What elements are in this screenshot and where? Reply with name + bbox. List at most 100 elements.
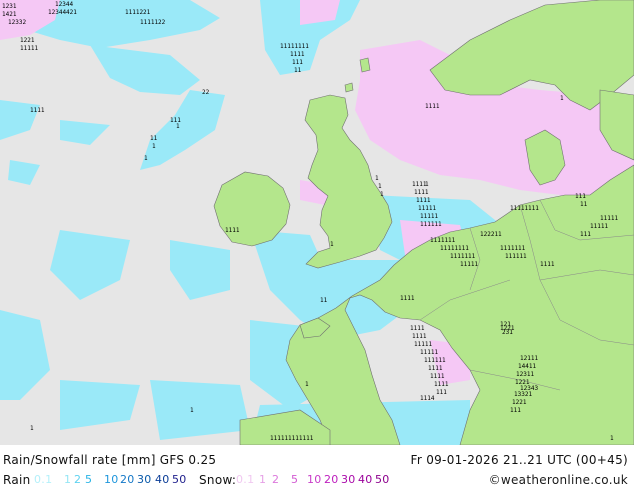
svg-text:111111: 111111 <box>424 357 446 364</box>
snow-level: 50 <box>375 473 390 486</box>
svg-text:111: 111 <box>580 231 591 238</box>
precip-marker: 1111 <box>400 295 415 302</box>
svg-text:111111: 111111 <box>420 221 442 228</box>
svg-text:11111: 11111 <box>418 205 436 212</box>
svg-text:1: 1 <box>610 435 614 442</box>
svg-text:1111: 1111 <box>412 333 427 340</box>
svg-text:1: 1 <box>176 123 180 130</box>
svg-text:11: 11 <box>294 67 302 74</box>
svg-text:111: 111 <box>575 193 586 200</box>
svg-text:1: 1 <box>560 95 564 102</box>
rain-level: 2 <box>74 473 82 486</box>
rain-level: 50 <box>172 473 187 486</box>
svg-text:12311: 12311 <box>516 371 534 378</box>
rain-level: 30 <box>137 473 152 486</box>
svg-text:12111: 12111 <box>520 355 538 362</box>
svg-text:1: 1 <box>144 155 148 162</box>
precip-marker: 11 <box>320 297 328 304</box>
rain-level: 1 <box>64 473 72 486</box>
svg-text:1: 1 <box>380 191 384 198</box>
precip-marker: 1 <box>190 407 194 414</box>
svg-text:11: 11 <box>580 201 588 208</box>
svg-text:14411: 14411 <box>518 363 536 370</box>
svg-text:11111: 11111 <box>460 261 478 268</box>
precip-marker: 12332 <box>8 19 26 26</box>
precip-marker: 1111122 <box>140 19 166 26</box>
svg-text:121: 121 <box>500 321 511 328</box>
svg-text:1111: 1111 <box>414 189 429 196</box>
legend-footer: Rain/Snowfall rate [mm] GFS 0.25 Fr 09-0… <box>0 445 634 490</box>
snow-level: 0.1 <box>236 473 255 486</box>
svg-text:13321: 13321 <box>514 391 532 398</box>
svg-text:1111: 1111 <box>430 373 445 380</box>
precip-marker: 22 <box>202 89 210 96</box>
svg-text:1111111: 1111111 <box>430 237 456 244</box>
precip-marker: 111111111111 <box>270 435 314 442</box>
precip-marker: 1111 <box>425 103 440 110</box>
precip-marker: 1 <box>30 425 34 432</box>
svg-text:11111111: 11111111 <box>440 245 469 252</box>
svg-text:11111: 11111 <box>590 223 608 230</box>
rain-level: 40 <box>155 473 170 486</box>
svg-text:1111: 1111 <box>290 51 305 58</box>
svg-text:1111: 1111 <box>416 197 431 204</box>
svg-text:11: 11 <box>150 135 158 142</box>
precip-marker: 11111111 <box>280 43 309 50</box>
snow-level: 30 <box>341 473 356 486</box>
svg-text:1: 1 <box>378 183 382 190</box>
svg-text:1: 1 <box>425 181 429 188</box>
snow-level: 40 <box>358 473 373 486</box>
credit-link[interactable]: ©weatheronline.co.uk <box>489 473 628 487</box>
svg-text:1221: 1221 <box>515 379 530 386</box>
map-canvas: 1231 12344 1421 12332 1111221 12344421 1… <box>0 0 634 445</box>
snow-level: 2 <box>272 473 280 486</box>
precip-marker: 1111 <box>225 227 240 234</box>
snow-legend-label: Snow: <box>199 473 237 487</box>
svg-text:1: 1 <box>375 175 379 182</box>
precip-marker: 1221 <box>20 37 35 44</box>
svg-text:1111: 1111 <box>428 365 443 372</box>
chart-title: Rain/Snowfall rate [mm] GFS 0.25 <box>3 453 217 467</box>
precip-marker: 1231 <box>2 3 17 10</box>
svg-text:11111: 11111 <box>420 213 438 220</box>
svg-text:111: 111 <box>292 59 303 66</box>
precip-marker: 1421 <box>2 11 17 18</box>
precip-marker: 12344 <box>55 1 73 8</box>
svg-text:1111: 1111 <box>434 381 449 388</box>
precip-marker: 1 <box>305 381 309 388</box>
rain-level: 20 <box>120 473 135 486</box>
rain-legend-label: Rain <box>3 473 31 487</box>
rain-level: 5 <box>85 473 93 486</box>
svg-text:111111: 111111 <box>505 253 527 260</box>
legend-row: Rain 0.1 1 2 5 10 20 30 40 50 Snow: 0.1 … <box>0 471 634 491</box>
svg-text:1111111: 1111111 <box>450 253 476 260</box>
rain-level: 10 <box>104 473 119 486</box>
precip-marker: 11111111 <box>510 205 539 212</box>
rain-level: 0.1 <box>34 473 53 486</box>
precipitation-map: 1231 12344 1421 12332 1111221 12344421 1… <box>0 0 634 445</box>
snow-level: 1 <box>259 473 267 486</box>
svg-text:1: 1 <box>152 143 156 150</box>
snow-level: 10 <box>307 473 322 486</box>
svg-text:11111: 11111 <box>420 349 438 356</box>
snow-level: 20 <box>324 473 339 486</box>
precip-marker: 1111 <box>540 261 555 268</box>
precip-marker: 1111221 <box>125 9 151 16</box>
svg-text:111: 111 <box>510 407 521 414</box>
svg-text:1111: 1111 <box>410 325 425 332</box>
precip-marker: 122211 <box>480 231 502 238</box>
valid-time: Fr 09-01-2026 21..21 UTC (00+45) <box>410 453 628 467</box>
precip-marker: 1111 <box>30 107 45 114</box>
precip-marker: 1114 <box>420 395 435 402</box>
svg-text:1221: 1221 <box>512 399 527 406</box>
title-row: Rain/Snowfall rate [mm] GFS 0.25 Fr 09-0… <box>0 451 634 471</box>
svg-text:111: 111 <box>436 389 447 396</box>
precip-marker: 12344421 <box>48 9 77 16</box>
snow-level: 5 <box>291 473 299 486</box>
precip-marker: 1 <box>330 241 334 248</box>
precip-marker: 11111 <box>20 45 38 52</box>
svg-text:231: 231 <box>502 329 513 336</box>
svg-text:11111: 11111 <box>600 215 618 222</box>
svg-text:1111111: 1111111 <box>500 245 526 252</box>
svg-text:11111: 11111 <box>414 341 432 348</box>
